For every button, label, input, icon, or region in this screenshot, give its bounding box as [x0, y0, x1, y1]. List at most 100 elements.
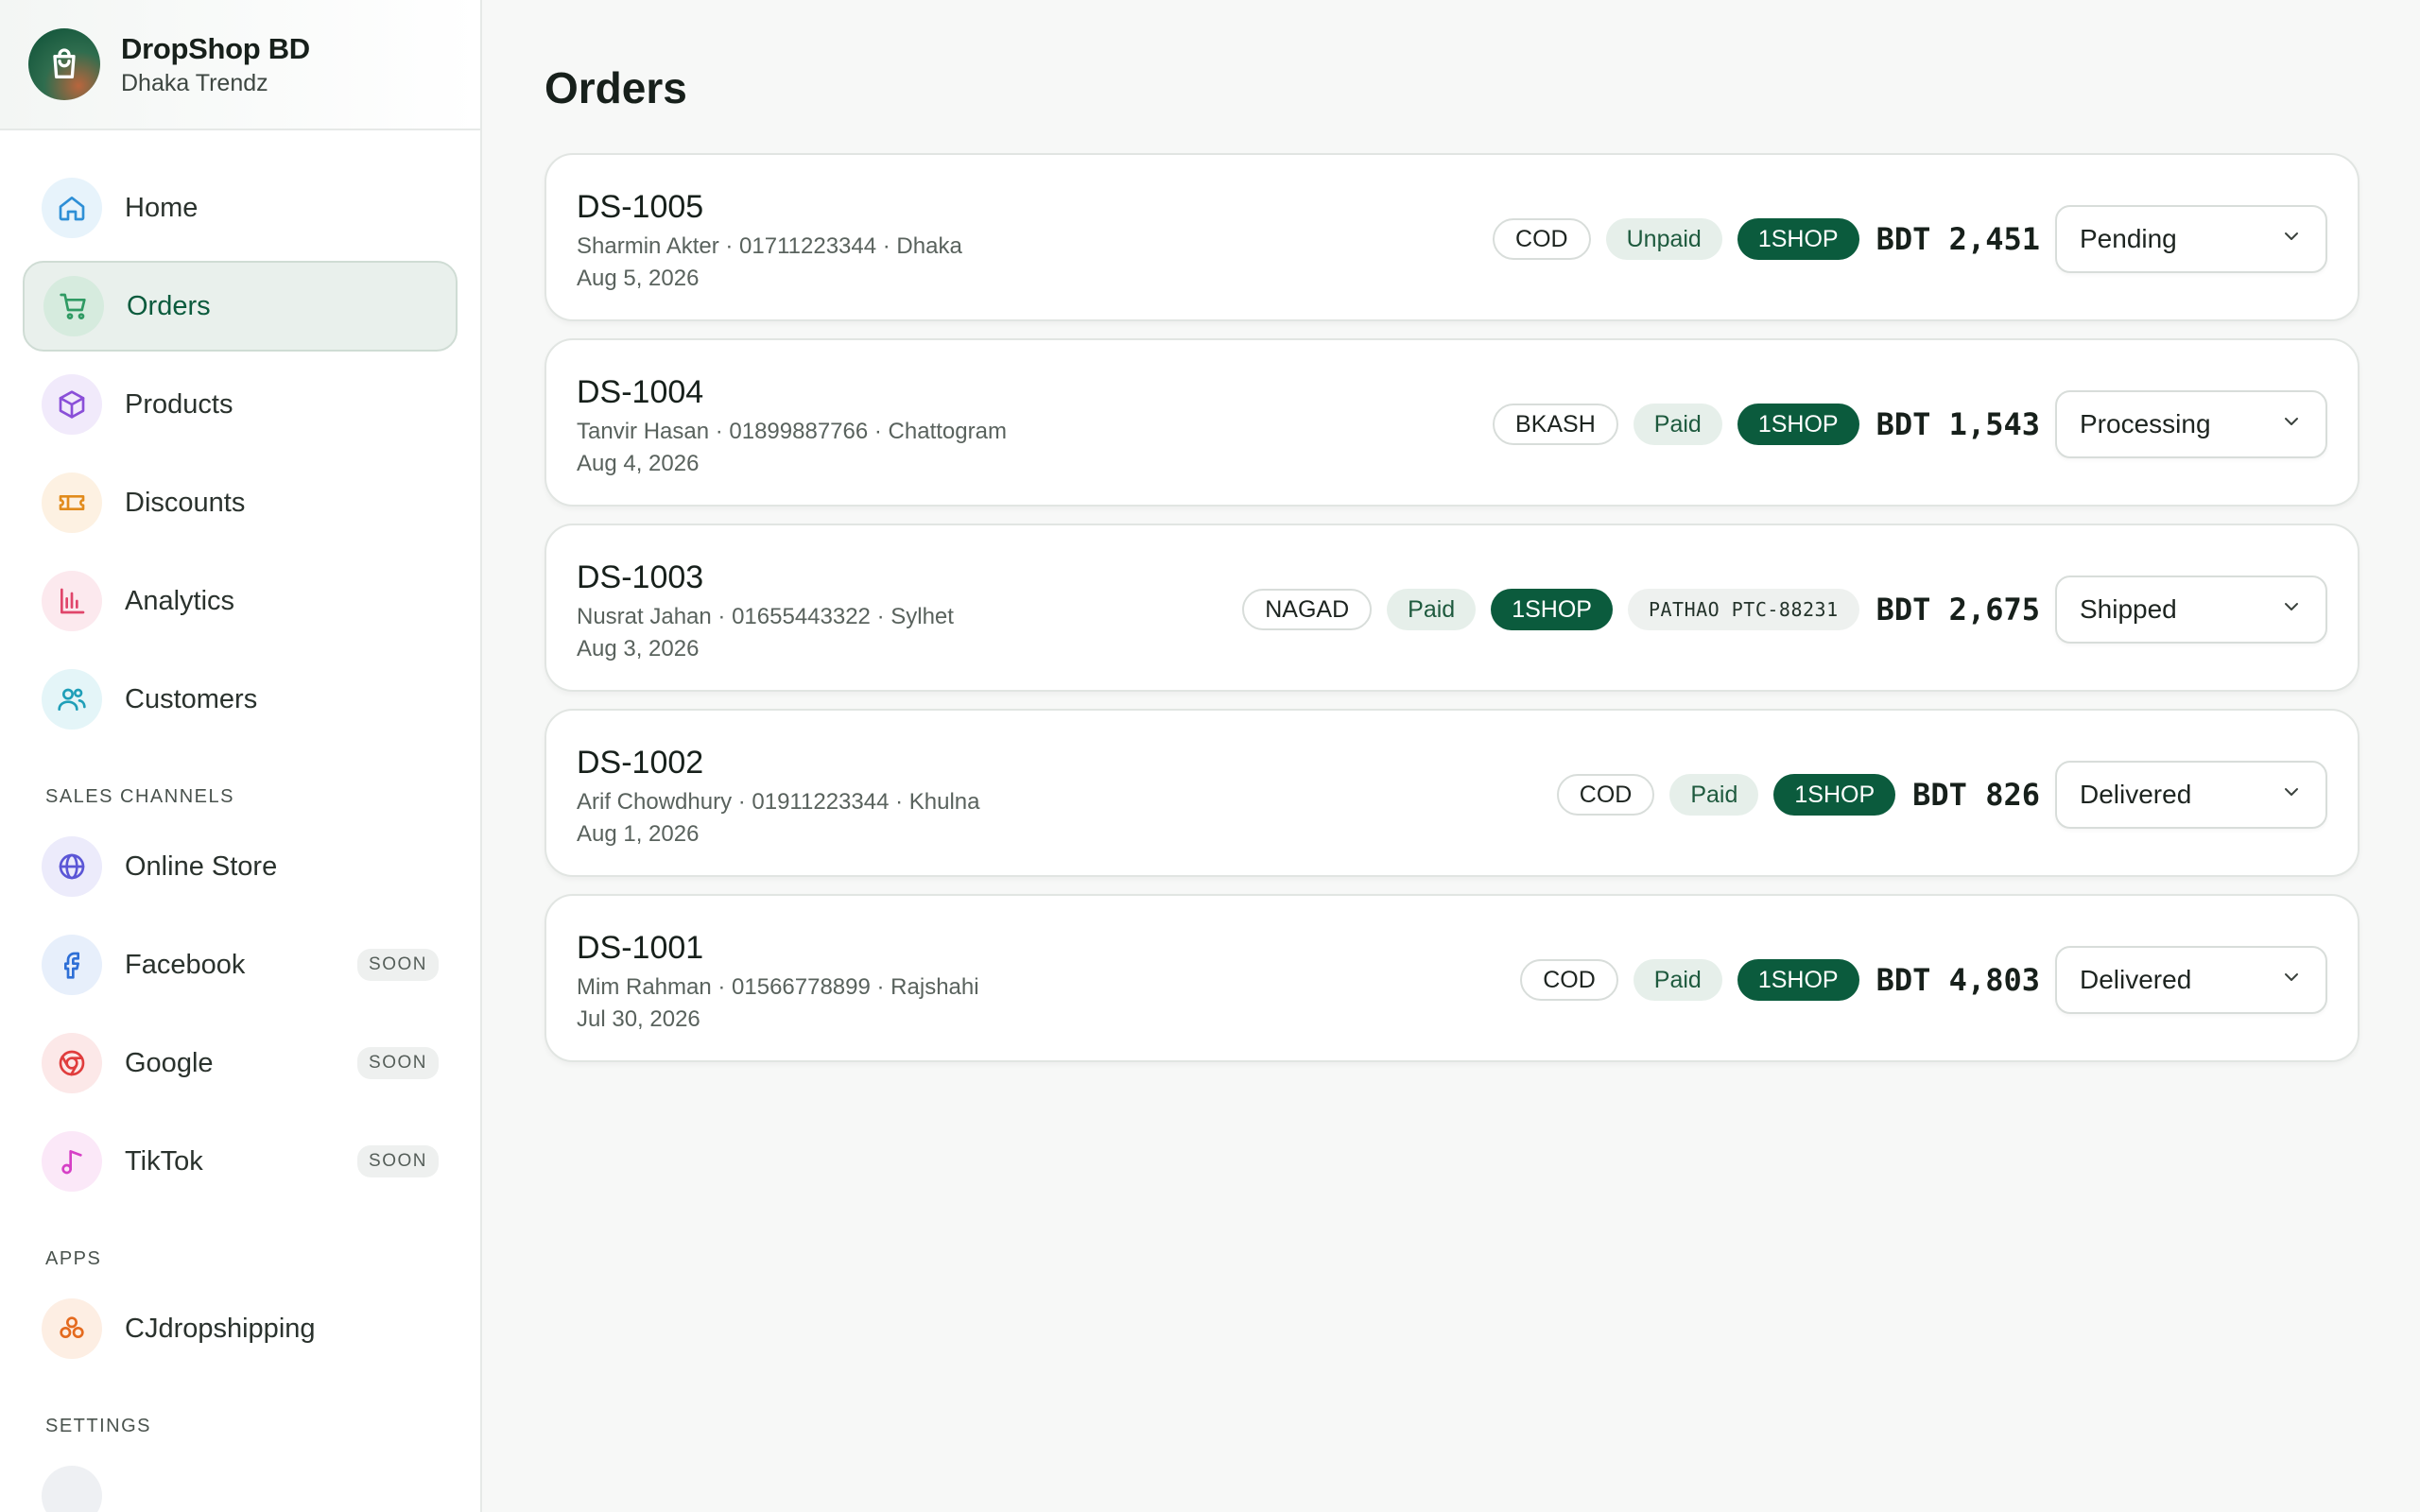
sidebar-item-cjdropshipping[interactable]: CJdropshipping: [23, 1283, 458, 1374]
main-content: Orders DS-1005 Sharmin Akter · 0171122334…: [544, 0, 2360, 1079]
sidebar-item-discounts[interactable]: Discounts: [23, 457, 458, 548]
soon-badge: SOON: [357, 949, 439, 981]
status-select[interactable]: Processing: [2055, 390, 2327, 458]
sidebar-item-label: Google: [125, 1047, 214, 1078]
sidebar-item-label: Customers: [125, 683, 258, 714]
payment-status-badge: Paid: [1633, 404, 1722, 445]
sidebar-item-label: Discounts: [125, 487, 246, 518]
order-customer-meta: Nusrat Jahan · 01655443322 · Sylhet: [577, 604, 954, 629]
section-label-sales-channels: SALES CHANNELS: [45, 786, 234, 807]
status-select-value: Delivered: [2080, 965, 2192, 994]
status-select-value: Shipped: [2080, 594, 2177, 624]
chevron-down-icon: [2280, 780, 2303, 810]
status-select[interactable]: Delivered: [2055, 761, 2327, 829]
sidebar-item-home[interactable]: Home: [23, 163, 458, 253]
order-customer-meta: Arif Chowdhury · 01911223344 · Khulna: [577, 789, 980, 815]
soon-badge: SOON: [357, 1047, 439, 1079]
box-icon: [42, 374, 102, 435]
sidebar-item-label: TikTok: [125, 1145, 203, 1177]
order-customer-meta: Tanvir Hasan · 01899887766 · Chattogram: [577, 419, 1007, 444]
order-amount: BDT 2,675: [1876, 592, 2040, 627]
tracking-badge: PATHAO PTC-88231: [1627, 589, 1859, 630]
sidebar-item-settings[interactable]: [23, 1451, 458, 1512]
payment-method-badge: COD: [1493, 218, 1591, 260]
sidebar-item-label: Home: [125, 192, 199, 223]
payment-status-badge: Paid: [1633, 959, 1722, 1001]
status-select-value: Delivered: [2080, 780, 2192, 809]
sidebar-item-label: Online Store: [125, 850, 278, 882]
sidebar-item-label: Orders: [127, 290, 211, 321]
order-customer-meta: Sharmin Akter · 01711223344 · Dhaka: [577, 233, 962, 259]
order-card[interactable]: DS-1005 Sharmin Akter · 01711223344 · Dha…: [544, 153, 2360, 321]
sidebar-item-google[interactable]: Google SOON: [23, 1018, 458, 1108]
apps-nav: CJdropshipping: [0, 1283, 480, 1374]
chevron-down-icon: [2280, 224, 2303, 254]
section-label-settings: SETTINGS: [45, 1416, 152, 1436]
home-icon: [42, 178, 102, 238]
main-nav: Home Orders Products Discounts Analytics Cust…: [0, 130, 480, 745]
gear-icon: [42, 1466, 102, 1512]
sidebar-item-facebook[interactable]: Facebook SOON: [23, 919, 458, 1010]
order-id: DS-1001: [577, 930, 704, 966]
order-date: Aug 1, 2026: [577, 821, 700, 847]
sidebar-item-products[interactable]: Products: [23, 359, 458, 450]
order-amount: BDT 2,451: [1876, 221, 2040, 257]
cart-icon: [43, 276, 104, 336]
sidebar-item-analytics[interactable]: Analytics: [23, 556, 458, 646]
order-customer-meta: Mim Rahman · 01566778899 · Rajshahi: [577, 974, 979, 1000]
page-title: Orders: [544, 63, 687, 112]
shopping-bag-icon: [28, 28, 100, 100]
channel-badge: 1SHOP: [1491, 589, 1613, 630]
bar-chart-icon: [42, 571, 102, 631]
payment-method-badge: COD: [1520, 959, 1618, 1001]
cj-icon: [42, 1298, 102, 1359]
brand-header[interactable]: DropShop BD Dhaka Trendz: [0, 0, 480, 130]
payment-status-badge: Paid: [1387, 589, 1477, 630]
chevron-down-icon: [2280, 594, 2303, 625]
sidebar-item-label: Facebook: [125, 949, 246, 980]
globe-icon: [42, 836, 102, 897]
order-date: Jul 30, 2026: [577, 1006, 700, 1032]
ticket-icon: [42, 472, 102, 533]
facebook-icon: [42, 935, 102, 995]
status-select[interactable]: Delivered: [2055, 946, 2327, 1014]
channel-badge: 1SHOP: [1773, 774, 1896, 816]
order-amount: BDT 4,803: [1876, 962, 2040, 998]
sidebar-item-label: Products: [125, 388, 233, 420]
order-card[interactable]: DS-1001 Mim Rahman · 01566778899 · Rajsha…: [544, 894, 2360, 1062]
status-select[interactable]: Shipped: [2055, 576, 2327, 644]
sidebar-item-label: CJdropshipping: [125, 1313, 316, 1344]
order-card[interactable]: DS-1002 Arif Chowdhury · 01911223344 · Kh…: [544, 709, 2360, 877]
payment-status-badge: Unpaid: [1605, 218, 1722, 260]
orders-list: DS-1005 Sharmin Akter · 01711223344 · Dha…: [544, 153, 2360, 1062]
order-date: Aug 5, 2026: [577, 266, 700, 291]
channel-badge: 1SHOP: [1737, 218, 1859, 260]
order-amount: BDT 1,543: [1876, 406, 2040, 442]
order-card[interactable]: DS-1004 Tanvir Hasan · 01899887766 · Chat…: [544, 338, 2360, 507]
payment-method-badge: COD: [1556, 774, 1655, 816]
status-select[interactable]: Pending: [2055, 205, 2327, 273]
users-icon: [42, 669, 102, 730]
order-date: Aug 3, 2026: [577, 636, 700, 662]
sidebar-item-label: Analytics: [125, 585, 235, 616]
order-card[interactable]: DS-1003 Nusrat Jahan · 01655443322 · Sylh…: [544, 524, 2360, 692]
order-date: Aug 4, 2026: [577, 451, 700, 476]
sales-channels-nav: Online Store Facebook SOON Google SOON TikTok…: [0, 821, 480, 1207]
music-note-icon: [42, 1131, 102, 1192]
sidebar-item-tiktok[interactable]: TikTok SOON: [23, 1116, 458, 1207]
sidebar-item-customers[interactable]: Customers: [23, 654, 458, 745]
google-icon: [42, 1033, 102, 1093]
chevron-down-icon: [2280, 965, 2303, 995]
store-name: Dhaka Trendz: [121, 69, 268, 96]
soon-badge: SOON: [357, 1145, 439, 1177]
channel-badge: 1SHOP: [1737, 404, 1859, 445]
payment-status-badge: Paid: [1669, 774, 1759, 816]
order-amount: BDT 826: [1912, 777, 2040, 813]
sidebar-item-online-store[interactable]: Online Store: [23, 821, 458, 912]
section-label-apps: APPS: [45, 1248, 102, 1269]
payment-method-badge: BKASH: [1493, 404, 1618, 445]
payment-method-badge: NAGAD: [1242, 589, 1373, 630]
brand-name: DropShop BD: [121, 31, 310, 65]
status-select-value: Pending: [2080, 224, 2177, 253]
sidebar-item-orders[interactable]: Orders: [23, 261, 458, 352]
